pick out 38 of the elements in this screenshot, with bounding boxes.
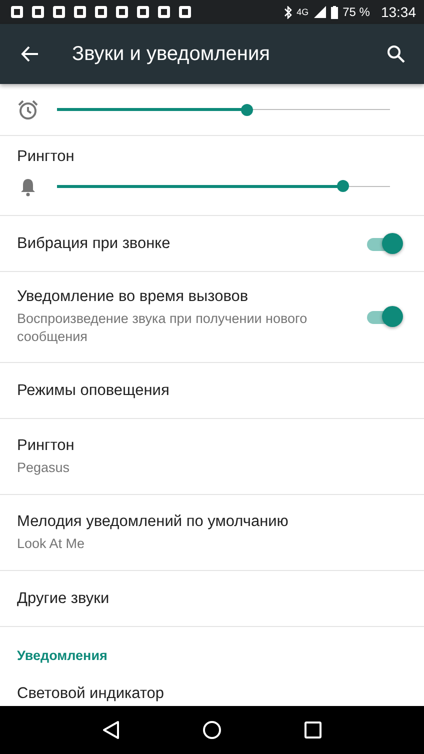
setting-label: Вибрация при звонке	[17, 234, 172, 252]
notification-icon	[136, 5, 150, 19]
bluetooth-icon	[284, 6, 292, 18]
setting-label: Мелодия уведомлений по умолчанию	[17, 512, 290, 531]
signal-icon	[314, 6, 326, 18]
square-icon	[304, 721, 322, 739]
notification-icon	[115, 5, 129, 19]
search-icon	[387, 45, 405, 63]
setting-label: Рингтон	[17, 436, 76, 455]
section-header: Уведомления	[17, 648, 108, 662]
setting-label: Режимы оповещения	[17, 382, 170, 400]
triangle-icon	[102, 720, 120, 740]
notification-icon	[31, 5, 45, 19]
setting-label: Уведомление во время вызовов	[17, 288, 250, 306]
notification-icon	[178, 5, 192, 19]
setting-summary: Look At Me	[17, 534, 86, 552]
setting-summary: Воспроизведение звука при получении нового сообщения	[17, 310, 308, 346]
battery-icon	[330, 6, 338, 18]
toggle-switch[interactable]	[365, 232, 403, 254]
setting-summary: Pegasus	[17, 458, 71, 476]
window-title: Звуки и уведомления	[72, 42, 271, 66]
notification-icon	[157, 5, 171, 19]
network-type: 4G	[296, 7, 309, 17]
notification-icon	[52, 5, 66, 19]
setting-label: Рингтон	[17, 148, 76, 166]
circle-icon	[202, 720, 222, 740]
setting-label: Световой индикатор	[17, 685, 164, 702]
notification-icon	[10, 5, 24, 19]
slider-handle[interactable]	[240, 104, 253, 116]
clock: 13:34	[380, 4, 416, 20]
back-arrow-icon	[21, 45, 39, 63]
battery-percent: 75 %	[342, 5, 370, 19]
setting-label: Другие звуки	[17, 590, 110, 608]
toggle-switch[interactable]	[365, 306, 403, 328]
slider-handle[interactable]	[337, 180, 350, 192]
notification-icon	[73, 5, 87, 19]
alarm-clock-icon	[17, 98, 39, 120]
notification-icon	[94, 5, 108, 19]
